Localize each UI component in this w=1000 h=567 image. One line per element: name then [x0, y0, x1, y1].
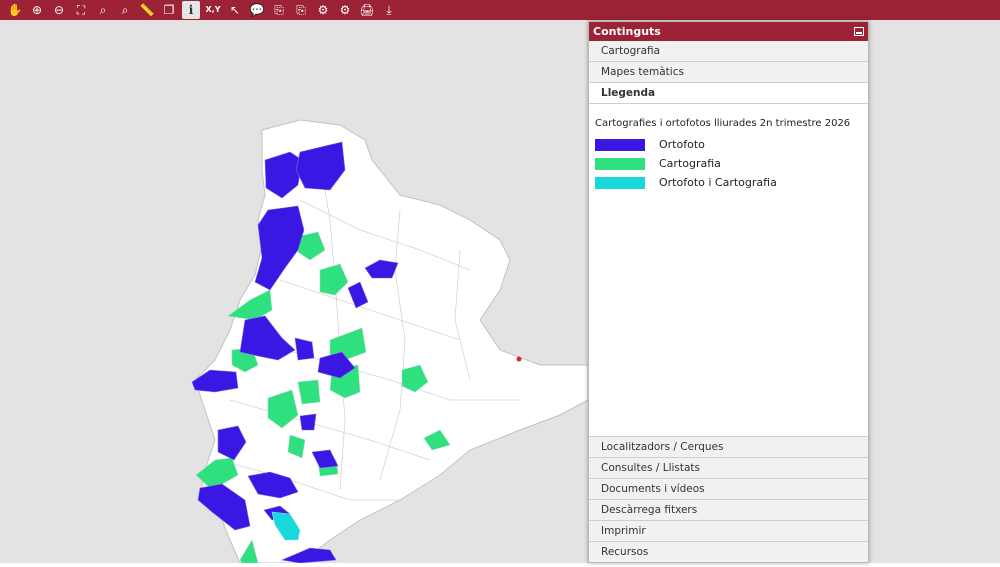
section-consultes[interactable]: Consultes / Llistats: [589, 457, 868, 478]
coordinates-icon[interactable]: X,Y: [204, 1, 222, 19]
minimize-icon[interactable]: [854, 27, 864, 36]
settings-2-icon[interactable]: ⚙: [336, 1, 354, 19]
section-descarrega[interactable]: Descàrrega fitxers: [589, 499, 868, 520]
zoom-in-icon[interactable]: ⊕: [28, 1, 46, 19]
section-cartografia[interactable]: Cartografia: [589, 41, 868, 62]
legend-swatch-ortofoto: [595, 138, 645, 151]
legend-item-ortofoto: Ortofoto: [595, 135, 862, 154]
toolbar: ✋ ⊕ ⊖ ⛶ ⌕ ⌕ 📏 ❐ i X,Y ↖ 💬 ⎘ ⎘ ⚙ ⚙ 🖨 ⤓: [0, 0, 1000, 20]
legend-label: Cartografia: [659, 157, 721, 170]
download-icon[interactable]: ⤓: [380, 1, 398, 19]
zoom-extent-icon[interactable]: ⛶: [72, 1, 90, 19]
pan-icon[interactable]: ✋: [6, 1, 24, 19]
location-marker[interactable]: [516, 356, 522, 362]
measure-icon[interactable]: 📏: [138, 1, 156, 19]
legend: Cartografies i ortofotos lliurades 2n tr…: [589, 104, 868, 444]
panel-header: Continguts: [589, 22, 868, 41]
panel-bottom-sections: Localitzadors / Cerques Consultes / Llis…: [589, 436, 868, 562]
legend-swatch-cartografia: [595, 157, 645, 170]
legend-item-cartografia: Cartografia: [595, 154, 862, 173]
contents-panel: Continguts Cartografia Mapes temàtics Ll…: [588, 21, 869, 563]
layers-icon[interactable]: ❐: [160, 1, 178, 19]
zoom-previous-icon[interactable]: ⌕: [94, 1, 112, 19]
section-mapes-tematics[interactable]: Mapes temàtics: [589, 62, 868, 83]
zoom-next-icon[interactable]: ⌕: [116, 1, 134, 19]
info-icon[interactable]: i: [182, 1, 200, 19]
legend-title: Cartografies i ortofotos lliurades 2n tr…: [595, 118, 851, 129]
settings-icon[interactable]: ⚙: [314, 1, 332, 19]
export-2-icon[interactable]: ⎘: [292, 1, 310, 19]
legend-swatch-ortofoto-cartografia: [595, 176, 645, 189]
section-documents[interactable]: Documents i vídeos: [589, 478, 868, 499]
section-localitzadors[interactable]: Localitzadors / Cerques: [589, 436, 868, 457]
select-xy-icon[interactable]: ↖: [226, 1, 244, 19]
zoom-out-icon[interactable]: ⊖: [50, 1, 68, 19]
print-icon[interactable]: 🖨: [358, 1, 376, 19]
section-llegenda[interactable]: Llegenda: [589, 83, 868, 104]
section-imprimir[interactable]: Imprimir: [589, 520, 868, 541]
section-recursos[interactable]: Recursos: [589, 541, 868, 562]
export-icon[interactable]: ⎘: [270, 1, 288, 19]
comment-icon[interactable]: 💬: [248, 1, 266, 19]
legend-label: Ortofoto i Cartografia: [659, 176, 777, 189]
legend-item-ortofoto-cartografia: Ortofoto i Cartografia: [595, 173, 862, 192]
legend-label: Ortofoto: [659, 138, 705, 151]
panel-title: Continguts: [593, 25, 661, 38]
